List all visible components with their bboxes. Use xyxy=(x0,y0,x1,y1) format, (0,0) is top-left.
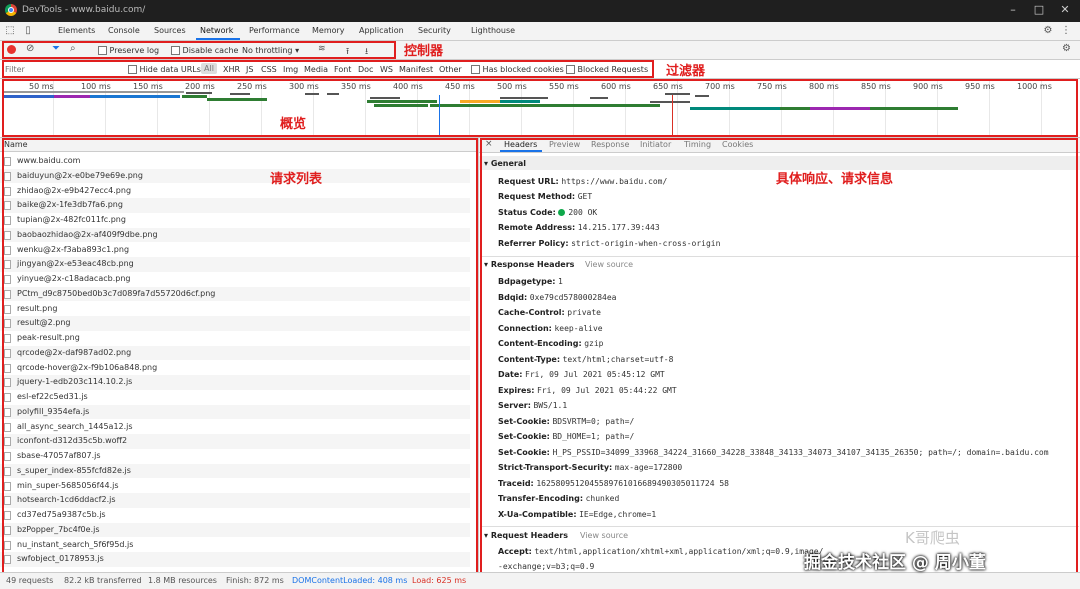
request-list-highlight-box xyxy=(2,138,478,586)
active-tab-indicator xyxy=(196,38,240,40)
overview-highlight-box xyxy=(2,79,1078,137)
status-bar: 49 requests 82.2 kB transferred 1.8 MB r… xyxy=(0,572,1080,589)
request-count: 49 requests xyxy=(6,576,54,585)
minimize-icon[interactable]: – xyxy=(1006,3,1020,17)
detail-highlight-box xyxy=(480,138,1078,586)
filter-highlight-box xyxy=(2,60,654,78)
load-time: Load: 625 ms xyxy=(412,576,467,585)
filter-annotation: 过滤器 xyxy=(666,64,706,79)
overview-annotation: 概览 xyxy=(280,117,307,132)
network-settings-icon[interactable]: ⚙ xyxy=(1062,43,1071,54)
window-title-bar: DevTools - www.baidu.com/ – □ ✕ xyxy=(0,0,1080,22)
tab-elements[interactable]: Elements xyxy=(58,26,95,35)
request-list-annotation: 请求列表 xyxy=(270,172,323,187)
tab-console[interactable]: Console xyxy=(108,26,140,35)
chrome-logo-icon xyxy=(5,4,17,16)
settings-gear-icon[interactable]: ⚙ xyxy=(1042,25,1054,37)
maximize-icon[interactable]: □ xyxy=(1032,3,1046,17)
window-title: DevTools - www.baidu.com/ xyxy=(22,5,146,15)
tab-security[interactable]: Security xyxy=(418,26,451,35)
inspect-element-icon[interactable]: ⬚ xyxy=(4,25,16,37)
transferred-size: 82.2 kB transferred xyxy=(64,576,142,585)
tab-performance[interactable]: Performance xyxy=(249,26,300,35)
close-icon[interactable]: ✕ xyxy=(1058,3,1072,17)
more-options-icon[interactable]: ⋮ xyxy=(1060,25,1072,37)
resources-size: 1.8 MB resources xyxy=(148,576,217,585)
finish-time: Finish: 872 ms xyxy=(226,576,284,585)
controls-highlight-box xyxy=(2,41,396,59)
tab-application[interactable]: Application xyxy=(359,26,404,35)
device-toolbar-icon[interactable]: ▯ xyxy=(22,25,34,37)
tab-network[interactable]: Network xyxy=(200,26,233,35)
tab-sources[interactable]: Sources xyxy=(154,26,186,35)
tab-lighthouse[interactable]: Lighthouse xyxy=(471,26,515,35)
watermark-bottom: 掘金技术社区 @ 周小董 xyxy=(804,553,986,573)
devtools-tab-bar: ⬚ ▯ Elements Console Sources Network Per… xyxy=(0,22,1080,41)
detail-annotation: 具体响应、请求信息 xyxy=(776,172,894,187)
controls-annotation: 控制器 xyxy=(404,44,444,59)
dom-content-loaded-time: DOMContentLoaded: 408 ms xyxy=(292,576,408,585)
watermark-top: K哥爬虫 xyxy=(905,529,960,547)
tab-memory[interactable]: Memory xyxy=(312,26,345,35)
